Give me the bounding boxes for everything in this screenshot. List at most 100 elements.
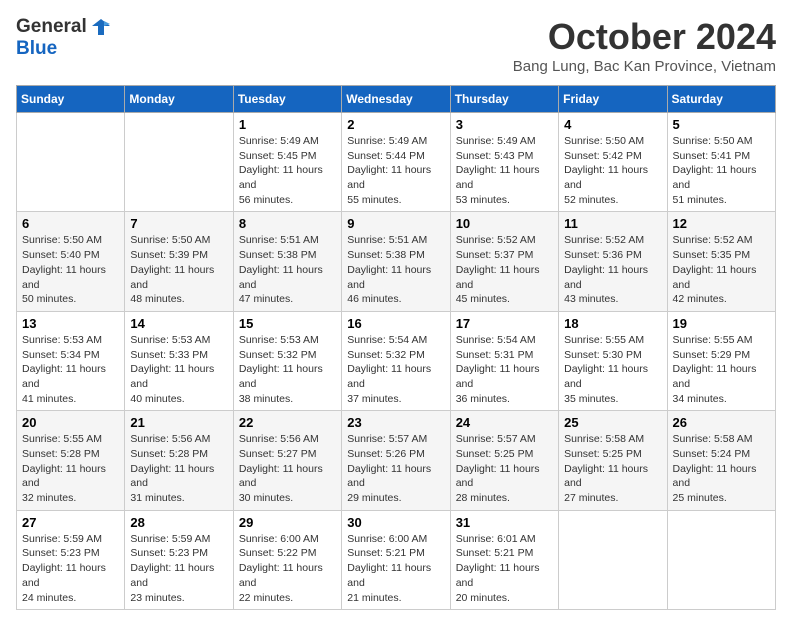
day-info: Sunrise: 5:57 AMSunset: 5:25 PMDaylight:… bbox=[456, 432, 553, 505]
calendar-day-cell: 27Sunrise: 5:59 AMSunset: 5:23 PMDayligh… bbox=[17, 510, 125, 609]
calendar-day-cell: 6 Sunrise: 5:50 AMSunset: 5:40 PMDaylight… bbox=[17, 212, 125, 311]
weekday-header: Friday bbox=[559, 86, 667, 113]
month-title: October 2024 bbox=[513, 16, 776, 58]
calendar-day-cell: 17 Sunrise: 5:54 AMSunset: 5:31 PMDayligh… bbox=[450, 311, 558, 410]
day-info: Sunrise: 5:58 AMSunset: 5:24 PMDaylight:… bbox=[673, 432, 770, 505]
day-info: Sunrise: 5:55 AMSunset: 5:28 PMDaylight:… bbox=[22, 432, 119, 505]
day-number: 9 bbox=[347, 216, 444, 231]
day-number: 24 bbox=[456, 415, 553, 430]
day-info: Sunrise: 5:51 AMSunset: 5:38 PMDaylight:… bbox=[347, 233, 444, 306]
calendar-day-cell: 14 Sunrise: 5:53 AMSunset: 5:33 PMDayligh… bbox=[125, 311, 233, 410]
day-info: Sunrise: 5:58 AMSunset: 5:25 PMDaylight:… bbox=[564, 432, 661, 505]
calendar-day-cell: 8 Sunrise: 5:51 AMSunset: 5:38 PMDaylight… bbox=[233, 212, 341, 311]
calendar-day-cell: 29 Sunrise: 6:00 AMSunset: 5:22 PMDayligh… bbox=[233, 510, 341, 609]
day-info: Sunrise: 5:49 AMSunset: 5:43 PMDaylight:… bbox=[456, 134, 553, 207]
day-number: 29 bbox=[239, 515, 336, 530]
calendar-day-cell: 10Sunrise: 5:52 AMSunset: 5:37 PMDayligh… bbox=[450, 212, 558, 311]
calendar-day-cell: 2Sunrise: 5:49 AMSunset: 5:44 PMDaylight… bbox=[342, 113, 450, 212]
calendar-day-cell: 4Sunrise: 5:50 AMSunset: 5:42 PMDaylight… bbox=[559, 113, 667, 212]
day-number: 10 bbox=[456, 216, 553, 231]
day-number: 28 bbox=[130, 515, 227, 530]
day-number: 26 bbox=[673, 415, 770, 430]
day-number: 23 bbox=[347, 415, 444, 430]
day-number: 16 bbox=[347, 316, 444, 331]
day-number: 19 bbox=[673, 316, 770, 331]
weekday-header: Wednesday bbox=[342, 86, 450, 113]
day-number: 12 bbox=[673, 216, 770, 231]
day-info: Sunrise: 5:53 AMSunset: 5:34 PMDaylight:… bbox=[22, 333, 119, 406]
calendar-week-row: 6 Sunrise: 5:50 AMSunset: 5:40 PMDaylight… bbox=[17, 212, 776, 311]
calendar-week-row: 1 Sunrise: 5:49 AMSunset: 5:45 PMDaylight… bbox=[17, 113, 776, 212]
day-number: 27 bbox=[22, 515, 119, 530]
weekday-header: Monday bbox=[125, 86, 233, 113]
weekday-header: Sunday bbox=[17, 86, 125, 113]
day-number: 15 bbox=[239, 316, 336, 331]
calendar-day-cell: 20 Sunrise: 5:55 AMSunset: 5:28 PMDayligh… bbox=[17, 411, 125, 510]
day-info: Sunrise: 5:55 AMSunset: 5:30 PMDaylight:… bbox=[564, 333, 661, 406]
weekday-header: Saturday bbox=[667, 86, 775, 113]
day-info: Sunrise: 5:54 AMSunset: 5:31 PMDaylight:… bbox=[456, 333, 553, 406]
day-number: 4 bbox=[564, 117, 661, 132]
day-info: Sunrise: 5:53 AMSunset: 5:33 PMDaylight:… bbox=[130, 333, 227, 406]
calendar-day-cell bbox=[667, 510, 775, 609]
day-number: 5 bbox=[673, 117, 770, 132]
day-info: Sunrise: 5:51 AMSunset: 5:38 PMDaylight:… bbox=[239, 233, 336, 306]
weekday-header: Tuesday bbox=[233, 86, 341, 113]
calendar-day-cell: 21 Sunrise: 5:56 AMSunset: 5:28 PMDayligh… bbox=[125, 411, 233, 510]
calendar-day-cell: 7Sunrise: 5:50 AMSunset: 5:39 PMDaylight… bbox=[125, 212, 233, 311]
logo-bird-icon bbox=[90, 16, 112, 38]
page-header: General Blue October 2024 Bang Lung, Bac… bbox=[16, 16, 776, 75]
calendar-day-cell: 31 Sunrise: 6:01 AMSunset: 5:21 PMDayligh… bbox=[450, 510, 558, 609]
day-info: Sunrise: 5:49 AMSunset: 5:45 PMDaylight:… bbox=[239, 134, 336, 207]
calendar-day-cell: 18 Sunrise: 5:55 AMSunset: 5:30 PMDayligh… bbox=[559, 311, 667, 410]
title-area: October 2024 Bang Lung, Bac Kan Province… bbox=[513, 16, 776, 75]
logo-blue: Blue bbox=[16, 38, 57, 59]
calendar-day-cell: 23 Sunrise: 5:57 AMSunset: 5:26 PMDayligh… bbox=[342, 411, 450, 510]
day-number: 1 bbox=[239, 117, 336, 132]
calendar-day-cell bbox=[559, 510, 667, 609]
calendar-header-row: SundayMondayTuesdayWednesdayThursdayFrid… bbox=[17, 86, 776, 113]
calendar-day-cell: 26 Sunrise: 5:58 AMSunset: 5:24 PMDayligh… bbox=[667, 411, 775, 510]
day-number: 8 bbox=[239, 216, 336, 231]
day-info: Sunrise: 5:56 AMSunset: 5:28 PMDaylight:… bbox=[130, 432, 227, 505]
location: Bang Lung, Bac Kan Province, Vietnam bbox=[513, 58, 776, 75]
day-number: 6 bbox=[22, 216, 119, 231]
calendar-day-cell: 28 Sunrise: 5:59 AMSunset: 5:23 PMDayligh… bbox=[125, 510, 233, 609]
day-info: Sunrise: 5:52 AMSunset: 5:35 PMDaylight:… bbox=[673, 233, 770, 306]
calendar-day-cell: 30 Sunrise: 6:00 AMSunset: 5:21 PMDayligh… bbox=[342, 510, 450, 609]
calendar-day-cell: 19 Sunrise: 5:55 AMSunset: 5:29 PMDayligh… bbox=[667, 311, 775, 410]
day-number: 3 bbox=[456, 117, 553, 132]
day-info: Sunrise: 5:50 AMSunset: 5:40 PMDaylight:… bbox=[22, 233, 119, 306]
day-number: 20 bbox=[22, 415, 119, 430]
day-number: 31 bbox=[456, 515, 553, 530]
calendar-day-cell bbox=[125, 113, 233, 212]
calendar-day-cell: 15 Sunrise: 5:53 AMSunset: 5:32 PMDayligh… bbox=[233, 311, 341, 410]
day-info: Sunrise: 5:52 AMSunset: 5:36 PMDaylight:… bbox=[564, 233, 661, 306]
calendar-week-row: 27 Sunrise: 5:59 AMSunset: 5:23 PMDayligh… bbox=[17, 510, 776, 609]
day-number: 18 bbox=[564, 316, 661, 331]
calendar-day-cell: 13 Sunrise: 5:53 AMSunset: 5:34 PMDayligh… bbox=[17, 311, 125, 410]
day-info: Sunrise: 5:55 AMSunset: 5:29 PMDaylight:… bbox=[673, 333, 770, 406]
calendar-day-cell: 22 Sunrise: 5:56 AMSunset: 5:27 PMDayligh… bbox=[233, 411, 341, 510]
day-info: Sunrise: 5:57 AMSunset: 5:26 PMDaylight:… bbox=[347, 432, 444, 505]
day-info: Sunrise: 6:01 AMSunset: 5:21 PMDaylight:… bbox=[456, 532, 553, 605]
day-info: Sunrise: 5:59 AMSunset: 5:23 PMDaylight:… bbox=[130, 532, 227, 605]
day-number: 13 bbox=[22, 316, 119, 331]
day-info: Sunrise: 5:53 AMSunset: 5:32 PMDaylight:… bbox=[239, 333, 336, 406]
day-number: 30 bbox=[347, 515, 444, 530]
day-info: Sunrise: 5:56 AMSunset: 5:27 PMDaylight:… bbox=[239, 432, 336, 505]
day-info: Sunrise: 6:00 AMSunset: 5:22 PMDaylight:… bbox=[239, 532, 336, 605]
day-number: 14 bbox=[130, 316, 227, 331]
day-number: 22 bbox=[239, 415, 336, 430]
weekday-header: Thursday bbox=[450, 86, 558, 113]
calendar-day-cell: 5Sunrise: 5:50 AMSunset: 5:41 PMDaylight… bbox=[667, 113, 775, 212]
calendar-day-cell: 9 Sunrise: 5:51 AMSunset: 5:38 PMDaylight… bbox=[342, 212, 450, 311]
day-info: Sunrise: 6:00 AMSunset: 5:21 PMDaylight:… bbox=[347, 532, 444, 605]
day-number: 17 bbox=[456, 316, 553, 331]
day-number: 21 bbox=[130, 415, 227, 430]
calendar-day-cell: 12 Sunrise: 5:52 AMSunset: 5:35 PMDayligh… bbox=[667, 212, 775, 311]
day-number: 7 bbox=[130, 216, 227, 231]
calendar-week-row: 13 Sunrise: 5:53 AMSunset: 5:34 PMDayligh… bbox=[17, 311, 776, 410]
day-number: 11 bbox=[564, 216, 661, 231]
logo-general: General bbox=[16, 16, 87, 38]
